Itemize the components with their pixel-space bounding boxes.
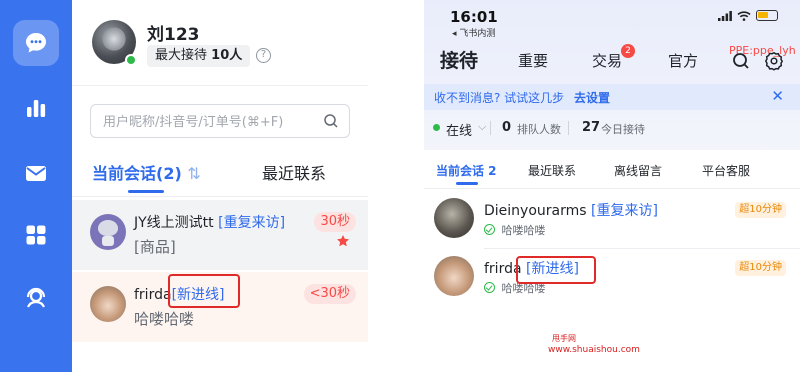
online-status-dot xyxy=(433,124,440,131)
avatar xyxy=(90,214,126,250)
wait-time-badge: <30秒 xyxy=(303,284,356,304)
star-icon[interactable] xyxy=(336,234,350,248)
wait-time-badge: 30秒 xyxy=(314,212,356,232)
subtab-current-sessions[interactable]: 当前会话 2 xyxy=(436,162,497,179)
conversation-name: frirda xyxy=(134,287,172,303)
rail-agent-button[interactable] xyxy=(13,275,59,321)
conversation-preview: [商品] xyxy=(134,238,176,256)
overtime-badge: 超10分钟 xyxy=(735,202,786,218)
overtime-badge: 超10分钟 xyxy=(735,260,786,276)
tabs-divider xyxy=(72,196,368,197)
highlight-box xyxy=(516,256,596,284)
mail-icon xyxy=(26,166,46,181)
search-icon[interactable] xyxy=(732,52,750,70)
search-icon[interactable] xyxy=(323,113,339,129)
online-status-toggle[interactable]: 在线 xyxy=(446,120,472,139)
rail-chat-button[interactable] xyxy=(13,20,59,66)
subtab-recent-contacts[interactable]: 最近联系 xyxy=(528,162,576,179)
conversation-name: Dieinyourarms xyxy=(484,203,587,219)
repeat-visit-tag: [重复来访] xyxy=(591,203,658,219)
conversation-name: JY线上测试tt xyxy=(134,215,214,231)
search-box[interactable] xyxy=(90,104,350,138)
tab-active-indicator xyxy=(128,190,164,193)
tab-important[interactable]: 重要 xyxy=(518,50,548,71)
rail-stats-button[interactable] xyxy=(13,85,59,131)
tab-official[interactable]: 官方 xyxy=(668,50,698,71)
back-to-app-label[interactable]: ◂ 飞书内测 xyxy=(452,26,495,39)
subtab-active-indicator xyxy=(456,182,478,185)
today-reception-label: 今日接待 xyxy=(601,123,645,136)
watermark-url: www.shuaishou.com xyxy=(548,345,640,355)
user-name: 刘123 xyxy=(147,25,200,45)
apps-grid-icon xyxy=(26,225,46,245)
check-circle-icon xyxy=(484,224,495,235)
max-reception-value: 10人 xyxy=(211,48,243,63)
tab-current-sessions[interactable]: 当前会话(2) ⇅ xyxy=(92,160,201,184)
signal-icon xyxy=(718,10,732,21)
row-divider xyxy=(484,248,800,249)
avatar xyxy=(434,256,474,296)
highlight-box xyxy=(168,274,240,308)
status-clock: 16:01 xyxy=(450,8,498,26)
avatar xyxy=(90,286,126,322)
nav-rail xyxy=(0,0,72,372)
sort-icon[interactable]: ⇅ xyxy=(187,164,200,183)
header-divider xyxy=(72,85,368,86)
chat-bubble-icon xyxy=(26,33,46,53)
desktop-panel: 刘123 最大接待 10人 ? 当前会话(2) ⇅ 最近联系 JY线上测试tt … xyxy=(72,0,368,372)
subtabs-divider xyxy=(424,188,800,189)
rail-apps-button[interactable] xyxy=(13,212,59,258)
bar-chart-icon xyxy=(27,100,46,117)
agent-headset-icon xyxy=(26,287,46,308)
status-icons xyxy=(718,10,778,21)
conversation-row[interactable]: JY线上测试tt [重复来访] [商品] 30秒 xyxy=(72,200,368,270)
max-reception-label: 最大接待 xyxy=(155,48,208,63)
repeat-visit-tag: [重复来访] xyxy=(218,215,286,231)
conversation-preview: 哈喽哈喽 xyxy=(134,310,195,328)
chevron-down-icon[interactable]: ⌵ xyxy=(478,120,486,134)
notice-bar: 收不到消息? 试试这几步 去设置 ✕ xyxy=(424,84,800,110)
tab-current-label: 当前会话(2) xyxy=(92,164,182,183)
today-reception-count: 27 xyxy=(582,120,601,135)
tab-trade[interactable]: 交易 xyxy=(592,50,622,71)
conversation-preview: 哈喽哈喽 xyxy=(501,224,546,237)
queue-label: 排队人数 xyxy=(517,123,561,136)
tab-reception[interactable]: 接待 xyxy=(440,46,478,73)
trade-unread-badge: 2 xyxy=(621,44,635,58)
agent-status-row: 在线 ⌵ 0 排队人数 27 今日接待 xyxy=(424,118,800,140)
queue-count: 0 xyxy=(502,120,512,135)
conversation-row[interactable]: Dieinyourarms [重复来访] 哈喽哈喽 超10分钟 xyxy=(424,192,800,250)
subtab-offline-messages[interactable]: 离线留言 xyxy=(614,162,662,179)
close-icon[interactable]: ✕ xyxy=(771,87,784,105)
subtab-platform-service[interactable]: 平台客服 xyxy=(702,162,750,179)
notice-text: 收不到消息? 试试这几步 xyxy=(434,91,565,105)
search-input[interactable] xyxy=(103,112,313,132)
divider xyxy=(568,121,569,135)
avatar xyxy=(434,198,474,238)
max-reception-pill: 最大接待 10人 xyxy=(147,45,251,67)
battery-icon xyxy=(756,10,778,21)
mobile-panel: 16:01 ◂ 飞书内测 接待 重要 交易 2 官方 PPE:ppe_lyh 收… xyxy=(424,0,800,372)
watermark-name: 甩手网 xyxy=(552,334,576,343)
conversation-row[interactable]: frirda [新进线] 哈喽哈喽 超10分钟 xyxy=(424,250,800,308)
rail-mail-button[interactable] xyxy=(13,150,59,196)
gear-icon[interactable] xyxy=(764,51,784,71)
help-icon[interactable]: ? xyxy=(256,48,271,63)
screenshot-root: 刘123 最大接待 10人 ? 当前会话(2) ⇅ 最近联系 JY线上测试tt … xyxy=(0,0,800,372)
notice-settings-link[interactable]: 去设置 xyxy=(574,89,610,106)
divider xyxy=(490,121,491,135)
wifi-icon xyxy=(737,10,751,21)
check-circle-icon xyxy=(484,282,495,293)
tab-recent-contacts[interactable]: 最近联系 xyxy=(262,160,326,184)
online-status-dot xyxy=(125,54,137,66)
